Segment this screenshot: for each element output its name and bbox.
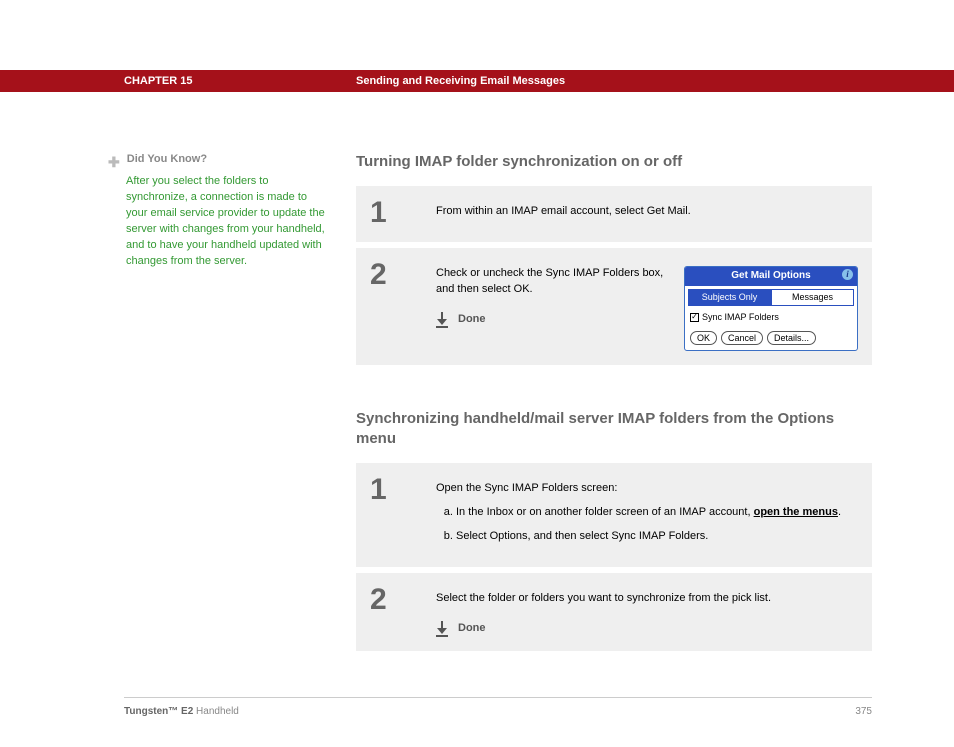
step-number: 2 — [370, 258, 436, 351]
substep-a: In the Inbox or on another folder screen… — [456, 505, 858, 521]
step-block: 1 From within an IMAP email account, sel… — [356, 186, 872, 242]
step-number: 1 — [370, 196, 436, 228]
step-text: Check or uncheck the Sync IMAP Folders b… — [436, 266, 666, 328]
step-text: Select the folder or folders you want to… — [436, 591, 858, 637]
step-intro: Open the Sync IMAP Folders screen: — [436, 482, 617, 494]
section-heading-2: Synchronizing handheld/mail server IMAP … — [356, 409, 872, 450]
details-button: Details... — [767, 331, 816, 345]
dialog-titlebar: Get Mail Options i — [685, 267, 857, 286]
step-block: 2 Check or uncheck the Sync IMAP Folders… — [356, 248, 872, 365]
page-footer: Tungsten™ E2 Handheld 375 — [124, 697, 872, 717]
device-screenshot: Get Mail Options i Subjects Only Message… — [684, 266, 858, 351]
step-number: 2 — [370, 583, 436, 637]
step-text: From within an IMAP email account, selec… — [436, 204, 858, 220]
dialog-title: Get Mail Options — [731, 270, 810, 281]
done-row: Done — [436, 312, 666, 328]
step-body: Open the Sync IMAP Folders screen: In th… — [436, 473, 858, 553]
tip-heading: Did You Know? — [127, 153, 207, 165]
open-menus-link[interactable]: open the menus — [754, 506, 838, 518]
substep-b: Select Options, and then select Sync IMA… — [456, 529, 858, 545]
step-body: Select the folder or folders you want to… — [436, 583, 858, 637]
plus-icon: ✚ — [108, 152, 120, 172]
step-instruction: Select the folder or folders you want to… — [436, 592, 771, 604]
tab-messages: Messages — [771, 289, 854, 306]
step-block: 2 Select the folder or folders you want … — [356, 573, 872, 651]
page-number: 375 — [855, 706, 872, 717]
tip-header-row: ✚ Did You Know? — [108, 152, 328, 172]
step-instruction: Check or uncheck the Sync IMAP Folders b… — [436, 267, 663, 295]
chapter-title: Sending and Receiving Email Messages — [356, 75, 565, 87]
main-column: Turning IMAP folder synchronization on o… — [356, 152, 872, 657]
sidebar-tip: ✚ Did You Know? After you select the fol… — [108, 152, 328, 657]
done-row: Done — [436, 621, 858, 637]
checkbox-label: Sync IMAP Folders — [702, 311, 779, 324]
section-heading-1: Turning IMAP folder synchronization on o… — [356, 152, 872, 172]
tab-subjects-only: Subjects Only — [688, 289, 771, 306]
substep-list: In the Inbox or on another folder screen… — [436, 505, 858, 545]
dialog-button-row: OK Cancel Details... — [685, 329, 857, 350]
done-label: Done — [458, 621, 486, 637]
cancel-button: Cancel — [721, 331, 763, 345]
step-body: Check or uncheck the Sync IMAP Folders b… — [436, 258, 858, 351]
substep-a-post: . — [838, 506, 841, 518]
step-text: Open the Sync IMAP Folders screen: In th… — [436, 481, 858, 553]
tip-body: After you select the folders to synchron… — [108, 174, 328, 270]
done-label: Done — [458, 312, 486, 328]
footer-product-bold: Tungsten™ E2 — [124, 706, 193, 717]
page: CHAPTER 15 Sending and Receiving Email M… — [0, 0, 954, 747]
content: ✚ Did You Know? After you select the fol… — [0, 92, 954, 697]
ok-button: OK — [690, 331, 717, 345]
footer-product-rest: Handheld — [193, 706, 239, 717]
chapter-label: CHAPTER 15 — [124, 75, 356, 87]
info-icon: i — [842, 269, 853, 280]
step-body: From within an IMAP email account, selec… — [436, 196, 858, 228]
step-block: 1 Open the Sync IMAP Folders screen: In … — [356, 463, 872, 567]
checkbox-icon: ✓ — [690, 313, 699, 322]
dialog-tabs: Subjects Only Messages — [685, 286, 857, 308]
checkbox-row: ✓ Sync IMAP Folders — [685, 308, 857, 329]
substep-a-pre: In the Inbox or on another folder screen… — [456, 506, 754, 518]
chapter-header: CHAPTER 15 Sending and Receiving Email M… — [0, 70, 954, 92]
footer-product: Tungsten™ E2 Handheld — [124, 706, 239, 717]
section-spacer — [356, 371, 872, 409]
done-arrow-icon — [436, 312, 450, 328]
step-number: 1 — [370, 473, 436, 553]
done-arrow-icon — [436, 621, 450, 637]
